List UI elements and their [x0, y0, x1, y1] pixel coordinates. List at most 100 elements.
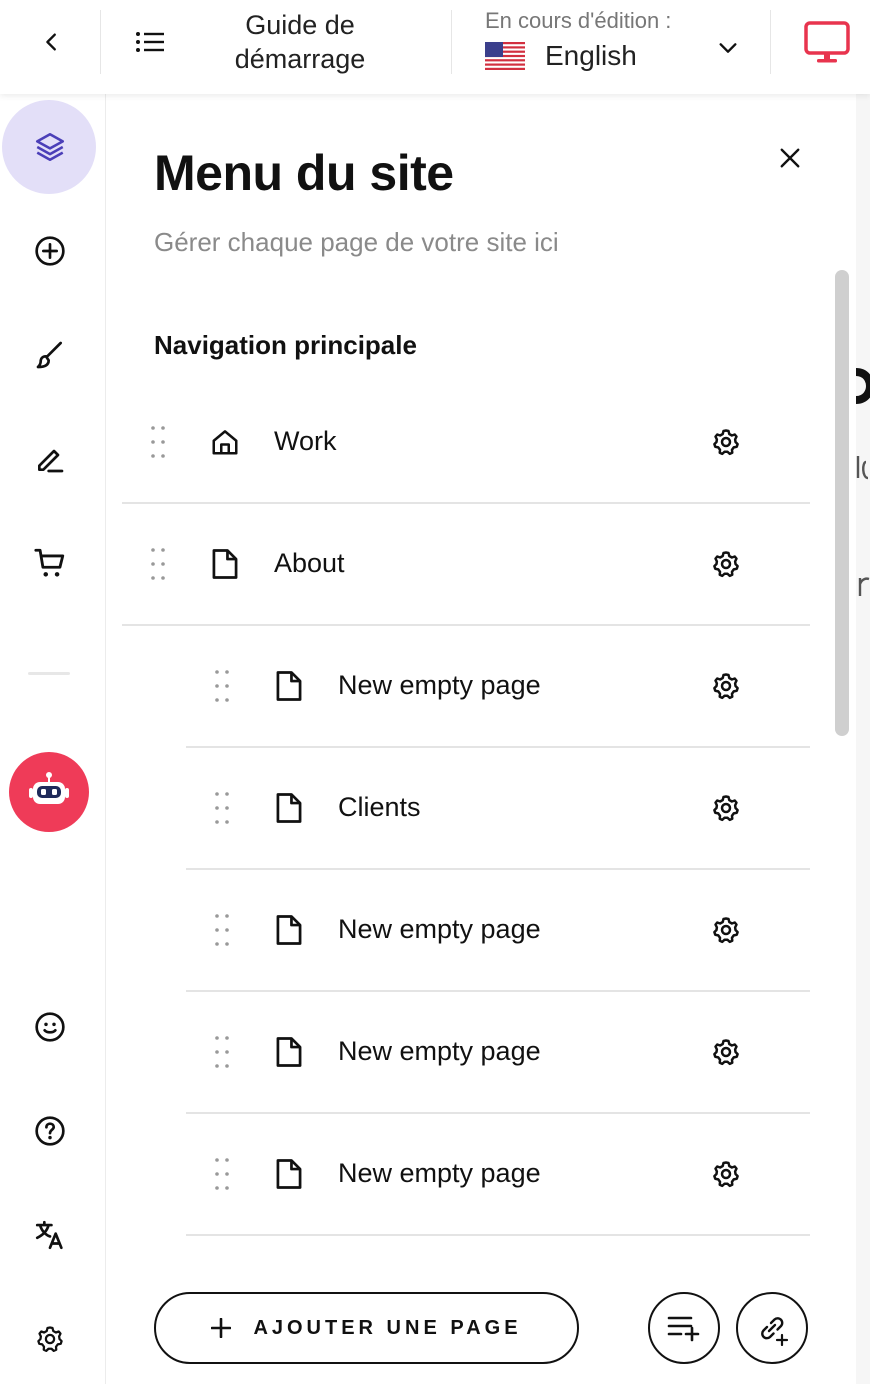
- layers-icon: [35, 132, 65, 162]
- add-page-button[interactable]: AJOUTER UNE PAGE: [154, 1292, 579, 1364]
- rail-edit-button[interactable]: [0, 414, 100, 504]
- gear-icon: [713, 673, 739, 700]
- page-icon: [208, 547, 242, 581]
- left-rail: [0, 94, 106, 1384]
- chevron-left-icon: [46, 33, 56, 51]
- panel-footer: AJOUTER UNE PAGE: [106, 1260, 856, 1384]
- smiley-icon: [35, 1012, 65, 1042]
- monitor-icon: [804, 21, 850, 63]
- gear-icon: [713, 917, 739, 944]
- language-selector[interactable]: English: [485, 40, 637, 72]
- rail-help-button[interactable]: [0, 1086, 100, 1176]
- scrollbar-thumb[interactable]: [835, 270, 849, 736]
- page-row-new-empty-page[interactable]: New empty page: [186, 1114, 810, 1236]
- page-row-about[interactable]: About: [122, 504, 810, 626]
- page-icon: [272, 913, 306, 947]
- divider: [451, 10, 452, 74]
- page-icon: [272, 1157, 306, 1191]
- page-settings-button[interactable]: [709, 669, 743, 703]
- page-row-clients[interactable]: Clients: [186, 748, 810, 870]
- site-menu-panel: Menu du site Gérer chaque page de votre …: [106, 94, 856, 1384]
- rail-add-button[interactable]: [0, 206, 100, 296]
- page-label: Work: [274, 426, 337, 456]
- chevron-down-icon: [719, 43, 737, 53]
- top-bar: Guide de démarrage En cours d'édition : …: [0, 0, 870, 94]
- page-label: About: [274, 548, 345, 578]
- language-dropdown-button[interactable]: [706, 28, 750, 68]
- settings-icon: [37, 1326, 63, 1352]
- guide-label-line1: Guide de: [245, 10, 355, 40]
- drag-handle-icon[interactable]: [212, 1034, 232, 1070]
- rail-separator: [28, 672, 70, 675]
- page-label: New empty page: [338, 914, 541, 944]
- page-settings-button[interactable]: [709, 547, 743, 581]
- page-settings-button[interactable]: [709, 913, 743, 947]
- rail-ai-assistant-button[interactable]: [9, 752, 89, 832]
- add-circle-icon: [35, 236, 65, 266]
- gear-icon: [713, 551, 739, 578]
- help-icon: [35, 1116, 65, 1146]
- gear-icon: [713, 1039, 739, 1066]
- page-icon: [272, 791, 306, 825]
- page-settings-button[interactable]: [709, 1035, 743, 1069]
- close-icon: [780, 148, 800, 168]
- drag-handle-icon[interactable]: [212, 668, 232, 704]
- drag-handle-icon[interactable]: [148, 424, 168, 460]
- rail-settings-button[interactable]: [0, 1294, 100, 1384]
- drag-handle-icon[interactable]: [212, 790, 232, 826]
- us-flag-icon: [485, 42, 525, 70]
- add-page-label: AJOUTER UNE PAGE: [253, 1316, 522, 1339]
- rail-translate-button[interactable]: [0, 1190, 100, 1280]
- page-row-work[interactable]: Work: [122, 382, 810, 504]
- guide-label-line2: démarrage: [234, 44, 366, 74]
- preview-glyph: [856, 456, 869, 480]
- app-root: Guide de démarrage En cours d'édition : …: [0, 0, 870, 1384]
- translate-icon: [35, 1220, 63, 1250]
- divider: [100, 10, 101, 74]
- back-button[interactable]: [28, 22, 76, 62]
- add-link-button[interactable]: [736, 1292, 808, 1364]
- page-label: New empty page: [338, 1158, 541, 1188]
- page-label: New empty page: [338, 670, 541, 700]
- rail-layers-button[interactable]: [0, 102, 100, 192]
- page-icon: [272, 1035, 306, 1069]
- drag-handle-icon[interactable]: [212, 912, 232, 948]
- page-row-new-empty-page[interactable]: New empty page: [186, 992, 810, 1114]
- plus-icon: [211, 1318, 232, 1338]
- page-row-new-empty-page[interactable]: New empty page: [186, 870, 810, 992]
- robot-icon: [29, 772, 69, 804]
- list-icon: [136, 32, 164, 52]
- add-folder-button[interactable]: [648, 1292, 720, 1364]
- link-add-icon: [761, 1317, 789, 1346]
- page-label: Clients: [338, 792, 421, 822]
- cart-icon: [34, 548, 65, 577]
- page-settings-button[interactable]: [709, 1157, 743, 1191]
- menu-button[interactable]: [126, 22, 174, 62]
- panel-subtitle: Gérer chaque page de votre site ici: [154, 227, 559, 257]
- page-icon: [272, 669, 306, 703]
- preview-glyph: [856, 368, 870, 404]
- section-title: Navigation principale: [154, 330, 417, 360]
- home-icon: [208, 425, 242, 459]
- page-preview-edge: [856, 94, 870, 1384]
- rail-design-button[interactable]: [0, 310, 100, 400]
- device-preview-button[interactable]: [800, 20, 854, 66]
- playlist-add-icon: [667, 1316, 700, 1342]
- divider: [770, 10, 771, 74]
- drag-handle-icon[interactable]: [212, 1156, 232, 1192]
- rail-store-button[interactable]: [0, 518, 100, 608]
- page-settings-button[interactable]: [709, 791, 743, 825]
- gear-icon: [713, 1161, 739, 1188]
- language-name: English: [545, 40, 637, 71]
- pen-icon: [38, 449, 64, 473]
- panel-title: Menu du site: [154, 145, 454, 201]
- page-row-new-empty-page[interactable]: New empty page: [186, 626, 810, 748]
- gear-icon: [713, 795, 739, 822]
- brush-icon: [36, 341, 62, 369]
- close-panel-button[interactable]: [772, 140, 808, 176]
- guide-button[interactable]: Guide de démarrage: [200, 8, 400, 76]
- drag-handle-icon[interactable]: [148, 546, 168, 582]
- page-settings-button[interactable]: [709, 425, 743, 459]
- rail-feedback-button[interactable]: [0, 982, 100, 1072]
- editing-label: En cours d'édition :: [485, 8, 672, 33]
